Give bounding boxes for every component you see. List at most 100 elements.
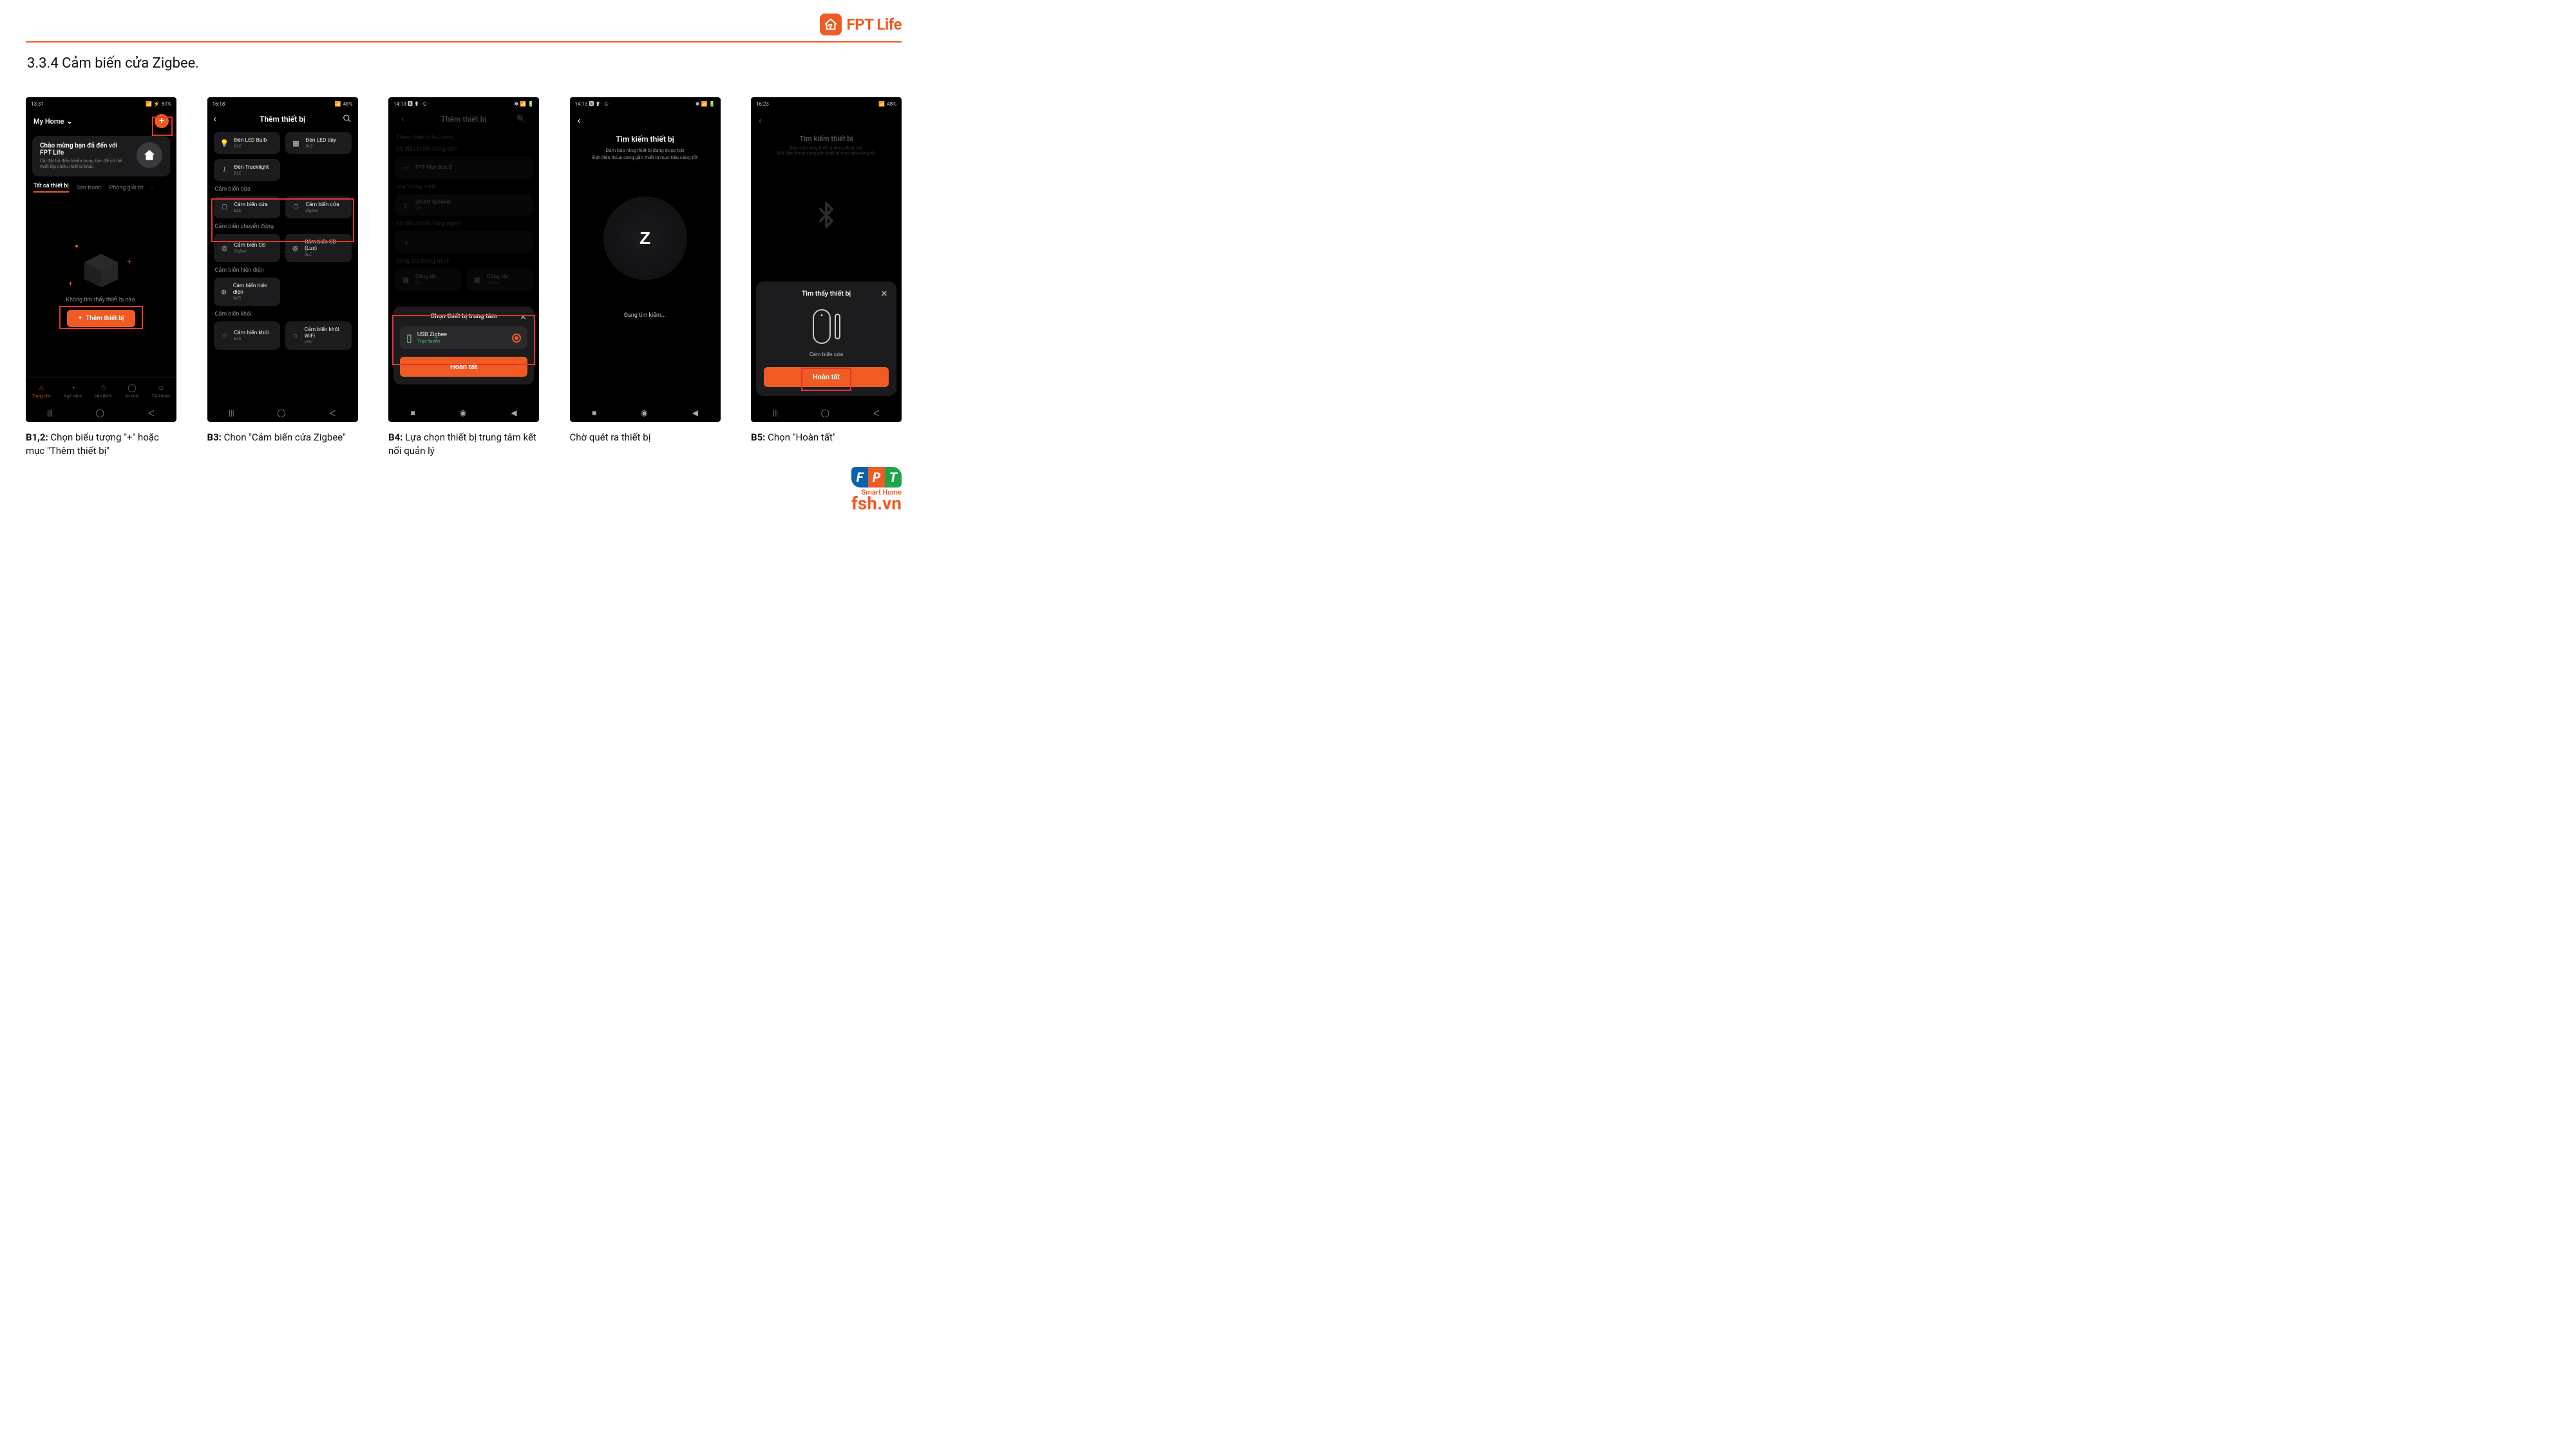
tab-entertainment[interactable]: Phòng giải trí [109,185,144,191]
bulb-icon: 💡 [219,137,231,149]
done-button[interactable]: Hoàn tất [400,357,527,377]
system-nav: ■◉◀ [570,404,721,422]
empty-message: Không tìm thấy thiết bị nào. [26,297,176,303]
status-bar: 14:13 🅱 ⬆ · G · ✽ 📶 🔋 [388,97,539,109]
tab-front-yard[interactable]: Sân trước [77,185,102,191]
nav-scenes[interactable]: ◔Ngữ cảnh [64,383,82,399]
back-button[interactable]: ‹ [214,114,216,124]
bottom-nav: ⌂Trang chủ ◔Ngữ cảnh ☆Yêu thích ◯An ninh… [26,377,176,404]
found-device-name: Cảm biến cửa [764,352,889,358]
nav-home[interactable]: ⌂Trang chủ [32,383,51,399]
done-button[interactable]: Hoàn tất [764,367,889,387]
star-icon: ☆ [100,383,107,392]
caption-3: B4: Lựa chọn thiết bị trung tâm kết nối … [388,431,536,458]
empty-box-icon: ● + + [72,245,130,290]
screenshot-step-1-2: 13:31 📶 ⚡ 51% My Home ⌄ + Chào mừng bạn … [26,97,176,422]
category-smoke-sensor: Cảm biến khói [215,311,352,317]
tile-motion-zigbee[interactable]: ◎Cảm biến CĐZigbee [214,234,280,262]
brand-name: FPT Life [847,15,902,33]
system-nav: |||◯＜ [751,404,902,422]
search-subtitle: Đảm bảo rằng thiết bị đang được bậtĐặt đ… [570,147,721,161]
tab-more[interactable]: ··· [151,185,155,191]
back-nav-icon[interactable]: ＜ [147,408,155,419]
caption-2: B3: Chon "Cảm biến cửa Zigbee" [207,431,346,444]
screenshots-row: 13:31 📶 ⚡ 51% My Home ⌄ + Chào mừng bạn … [26,97,902,458]
status-bar: 13:31 📶 ⚡ 51% [26,97,176,109]
bluetooth-icon [751,201,902,236]
fpt-logo: FPT [851,467,902,488]
scene-icon: ◔ [70,383,75,392]
home-icon [137,142,162,168]
tile-led-strip[interactable]: ▦Đèn LED dâyBLE [285,132,352,154]
back-button[interactable]: ‹ [759,114,762,126]
tracklight-icon: ⫱ [219,164,231,176]
category-door-sensor: Cảm biến cửa [215,186,352,193]
nav-security[interactable]: ◯An ninh [125,383,139,399]
search-button[interactable] [343,114,352,125]
smoke-icon: ◌ [290,330,301,341]
category-motion-sensor: Cảm biến chuyển động [215,223,352,230]
search-subtitle-dim: Đảm bảo rằng thiết bị đang được bậtĐặt đ… [751,146,902,156]
status-bar: 14:13 🅱 ⬆ · G · ✽ 📶 🔋 [570,97,721,109]
screenshot-searching: 14:13 🅱 ⬆ · G · ✽ 📶 🔋 ‹ Tìm kiếm thiết b… [570,97,721,422]
hub-select-sheet: Chọn thiết bị trung tâm ✕ ▯ USB Zigbee T… [393,307,534,384]
tile-door-sensor-zigbee[interactable]: ⎕Cảm biến cửaZigbee [285,196,352,218]
welcome-subtitle: Cài đặt bộ điều khiển trung tâm để có th… [40,158,130,170]
tile-smoke-wifi[interactable]: ◌Cảm biến khói WiFiWiFi [285,321,352,350]
plus-icon: + [79,315,82,322]
header-divider [26,41,902,43]
tile-tracklight[interactable]: ⫱Đèn TracklightBLE [214,159,280,181]
status-right: 📶 ⚡ 51% [146,101,171,107]
add-device-button[interactable]: + Thêm thiết bị [67,310,136,327]
tab-all-devices[interactable]: Tất cả thiết bị [33,183,69,193]
nav-account[interactable]: ☺Tài khoản [152,383,170,399]
brand-domain: fsh.vn [851,495,902,513]
close-sheet-button[interactable]: ✕ [520,313,526,321]
brand-fptlife: FPT Life [820,14,902,35]
screenshot-step-4: 14:13 🅱 ⬆ · G · ✽ 📶 🔋 ‹Thêm thiết bị🔍 Th… [388,97,539,422]
caption-1: B1,2: Chọn biểu tượng "+" hoặc mục "Thêm… [26,431,174,458]
recents-icon[interactable]: ||| [47,408,53,417]
status-time: 13:31 [31,101,44,107]
sheet-title: Chọn thiết bị trung tâm ✕ [400,313,527,320]
motion-lux-icon: ◎ [290,242,301,254]
brand-footer: FPT Smart Home fsh.vn [851,467,902,513]
page-header: FPT Life [26,12,902,37]
back-button[interactable]: ‹ [578,114,581,126]
home-nav-icon[interactable]: ◯ [96,408,104,417]
add-device-plus-button[interactable]: + [155,114,169,128]
motion-icon: ◎ [219,242,231,254]
tile-smoke-ble[interactable]: ◌Cảm biến khóiBLE [214,321,280,350]
searching-label: Đang tìm kiếm... [570,312,721,319]
welcome-title: Chào mừng bạn đã đến với FPT Life [40,142,130,156]
status-bar: 16:23 📶 48% [751,97,902,109]
door-sensor-icon [764,304,889,349]
nav-favorites[interactable]: ☆Yêu thích [95,383,112,399]
tile-presence-wifi[interactable]: ⊕Cảm biến hiện diệnWiFi [214,278,280,306]
chevron-down-icon: ⌄ [66,117,72,126]
device-tabs: Tất cả thiết bị Sân trước Phòng giải trí… [26,180,176,193]
door-sensor-icon: ⎕ [219,202,231,213]
smoke-icon: ◌ [219,330,231,341]
tile-motion-lux[interactable]: ◎Cảm biến CĐ (Lux)BLE [285,234,352,262]
system-nav: ■◉◀ [388,404,539,422]
door-sensor-icon: ⎕ [290,202,302,213]
hub-option-row[interactable]: ▯ USB Zigbee Trực tuyến [400,327,527,349]
shield-icon: ◯ [128,383,136,392]
hub-name: USB Zigbee [417,332,447,338]
sheet-title: Tìm thấy thiết bị ✕ [764,289,889,298]
user-icon: ☺ [157,383,165,392]
tile-led-bulb[interactable]: 💡Đèn LED BulbBLE [214,132,280,154]
welcome-card[interactable]: Chào mừng bạn đã đến với FPT Life Cài đặ… [32,136,170,176]
usb-icon: ▯ [406,332,412,344]
system-nav: ||| ◯ ＜ [26,404,176,422]
tile-door-sensor-ble[interactable]: ⎕Cảm biến cửaBLE [214,196,280,218]
page-title: Thêm thiết bị [260,115,305,124]
home-selector[interactable]: My Home ⌄ [33,117,73,126]
home-icon: ⌂ [39,383,44,392]
section-title: 3.3.4 Cảm biến cửa Zigbee. [27,55,902,71]
radio-selected-icon [512,334,521,343]
found-device-sheet: Tìm thấy thiết bị ✕ Cảm biến cửa Hoàn tấ… [756,281,896,396]
caption-4: Chờ quét ra thiết bị [570,431,651,444]
close-sheet-button[interactable]: ✕ [881,289,887,298]
